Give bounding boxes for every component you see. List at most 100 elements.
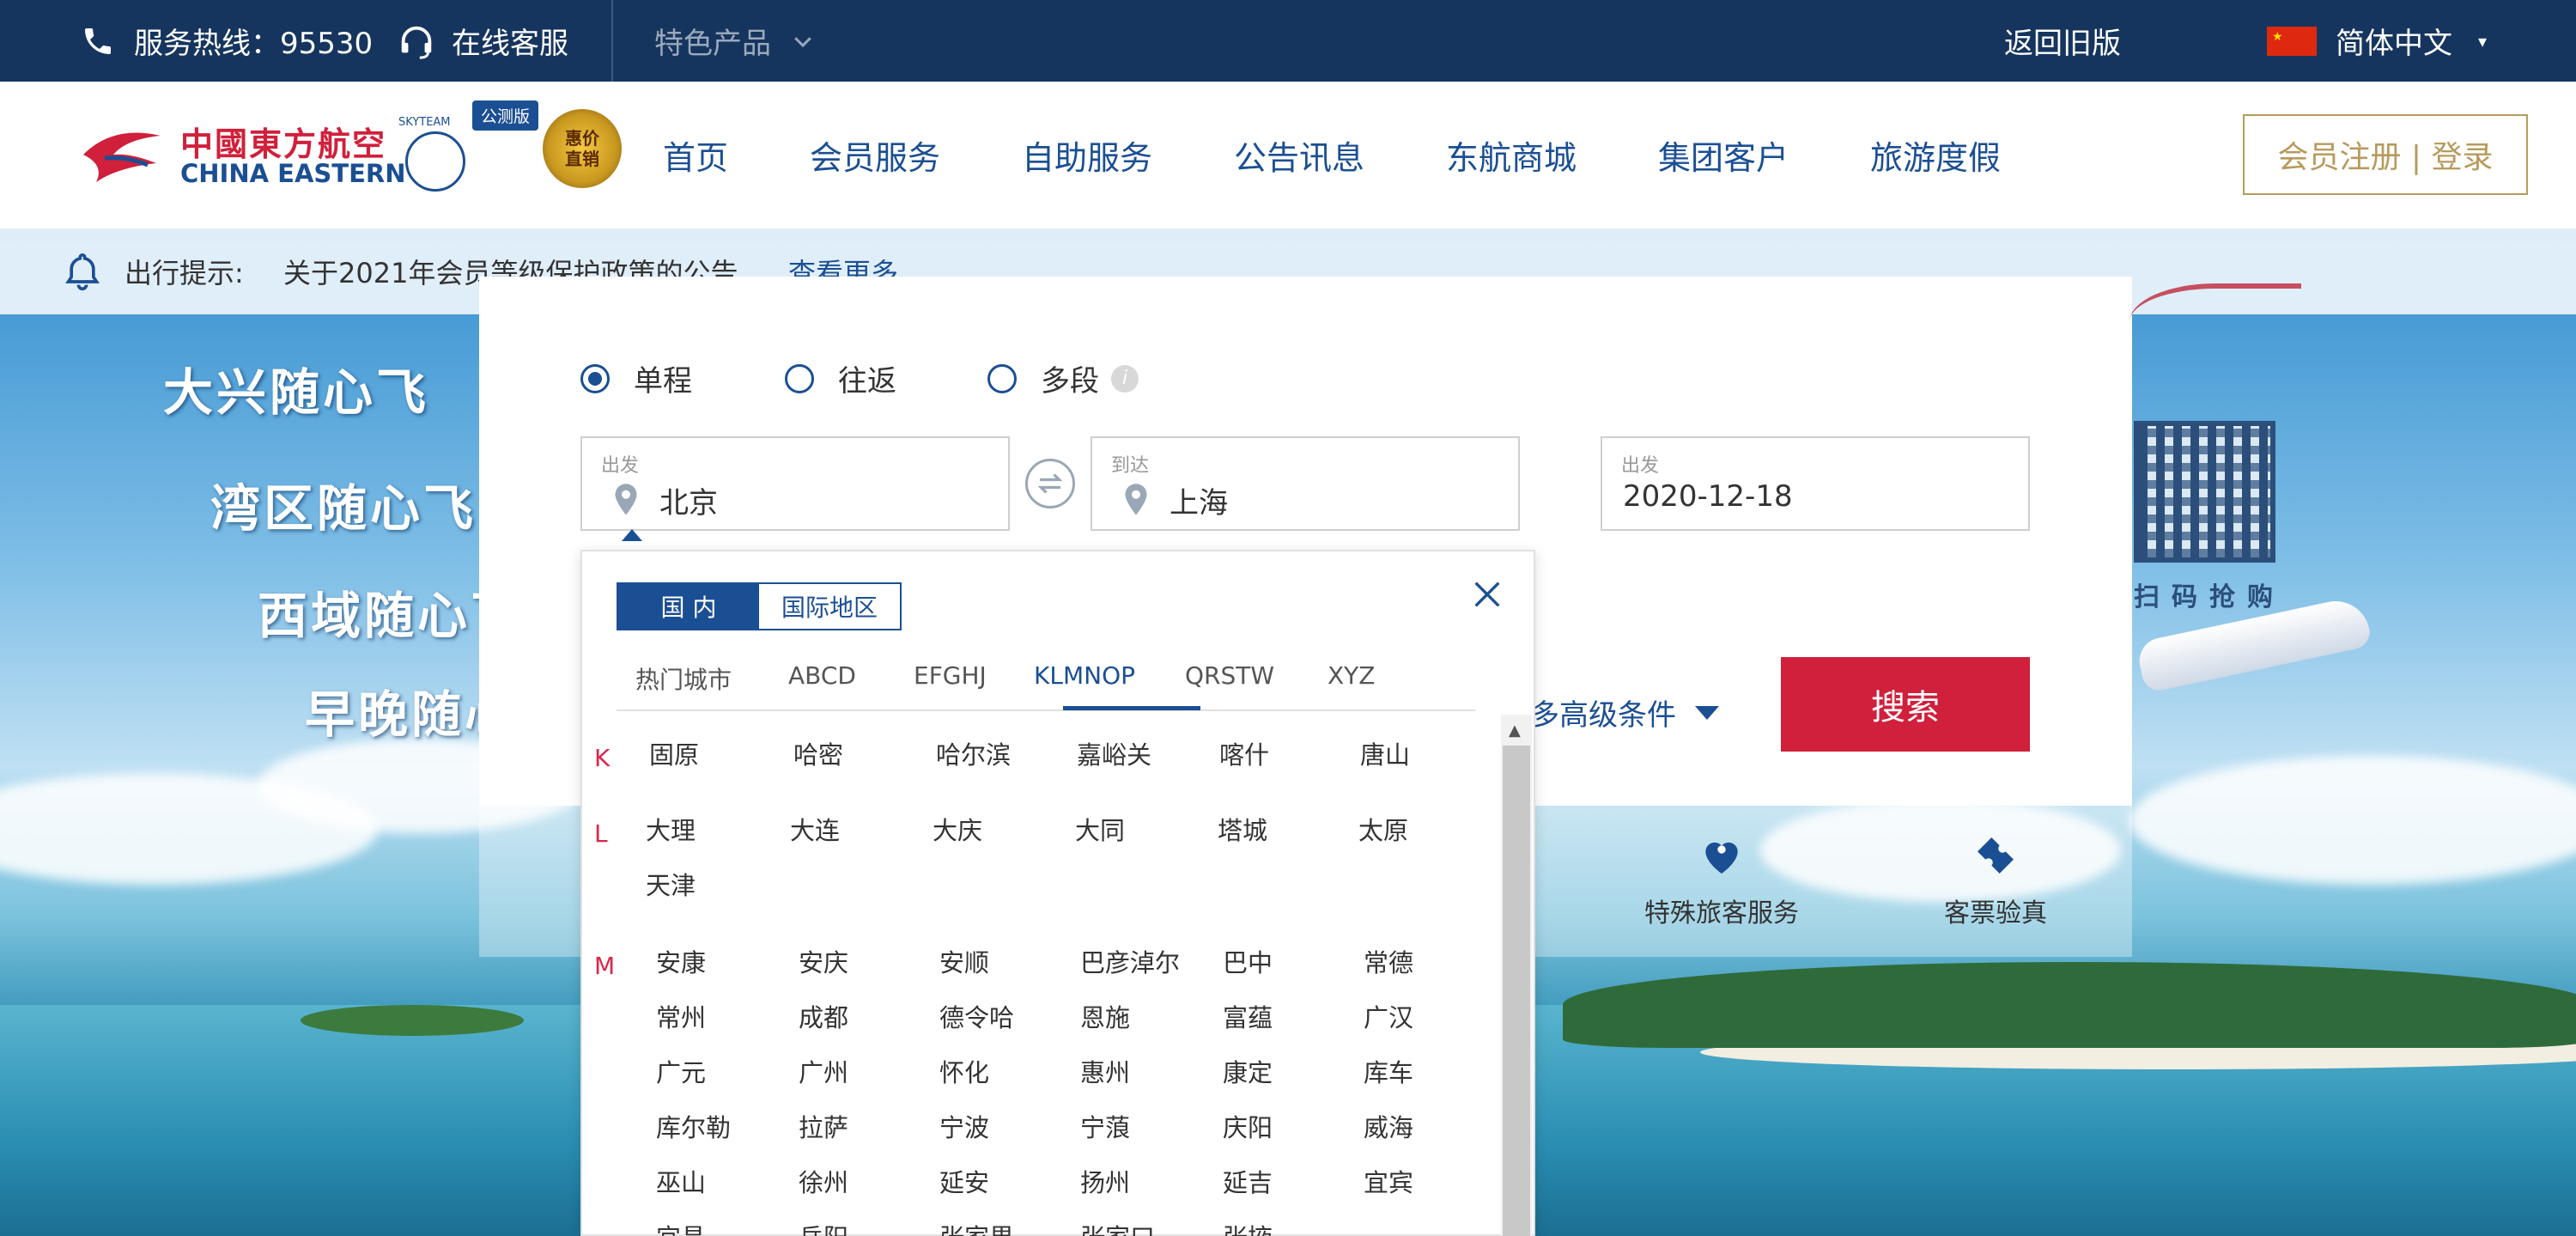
- radio-roundtrip[interactable]: [785, 363, 814, 393]
- more-conditions-toggle[interactable]: 多高级条件: [1530, 691, 1719, 734]
- city-option[interactable]: 庆阳: [1223, 1108, 1273, 1144]
- close-icon[interactable]: [1470, 577, 1504, 612]
- city-option[interactable]: 广汉: [1364, 998, 1413, 1034]
- language-selector[interactable]: ★ 简体中文 ▾: [2267, 0, 2487, 82]
- radio-oneway[interactable]: [580, 363, 610, 393]
- city-option[interactable]: 大庆: [933, 811, 982, 847]
- city-option[interactable]: 扬州: [1080, 1163, 1130, 1199]
- nav-mall[interactable]: 东航商城: [1446, 82, 1577, 228]
- nav-corporate[interactable]: 集团客户: [1658, 82, 1789, 228]
- city-option[interactable]: 安顺: [939, 943, 989, 979]
- ticket-icon: [1978, 837, 2014, 874]
- city-option[interactable]: 富蕴: [1223, 998, 1273, 1034]
- ticket-verification-label: 客票验真: [1944, 898, 2047, 929]
- tab-international[interactable]: 国际地区: [759, 584, 900, 629]
- city-option[interactable]: 常州: [656, 998, 706, 1034]
- city-option[interactable]: 塔城: [1218, 811, 1267, 847]
- city-option[interactable]: 喀什: [1219, 735, 1269, 771]
- alpha-tab-hot[interactable]: 热门城市: [635, 661, 732, 696]
- online-service-label: 在线客服: [452, 27, 568, 61]
- trip-type-roundtrip[interactable]: 往返: [785, 357, 896, 399]
- city-option[interactable]: 天津: [646, 866, 696, 902]
- city-option[interactable]: 巴中: [1223, 943, 1273, 979]
- city-option[interactable]: 康定: [1223, 1053, 1273, 1089]
- search-button[interactable]: 搜索: [1781, 657, 2030, 752]
- city-option[interactable]: 德令哈: [939, 998, 1014, 1034]
- city-option[interactable]: 库尔勒: [656, 1108, 731, 1144]
- city-option[interactable]: 恩施: [1080, 998, 1130, 1034]
- nav-self-service[interactable]: 自助服务: [1022, 82, 1152, 228]
- promo-badge[interactable]: 惠价直销: [543, 109, 622, 188]
- city-option[interactable]: 岳阳: [799, 1218, 848, 1236]
- city-option[interactable]: 常德: [1364, 943, 1413, 979]
- scrollbar-thumb[interactable]: [1503, 746, 1530, 1236]
- info-icon[interactable]: i: [1111, 364, 1139, 393]
- city-option[interactable]: 宜宾: [1364, 1163, 1413, 1199]
- more-conditions-label: 多高级条件: [1530, 698, 1676, 733]
- city-option[interactable]: 广州: [799, 1053, 848, 1089]
- city-option[interactable]: 库车: [1364, 1053, 1413, 1089]
- city-option[interactable]: 威海: [1364, 1108, 1413, 1144]
- city-option[interactable]: 拉萨: [799, 1108, 848, 1144]
- tab-domestic[interactable]: 国 内: [618, 584, 759, 629]
- online-service-link[interactable]: 在线客服: [397, 0, 568, 82]
- old-version-link[interactable]: 返回旧版: [2004, 0, 2121, 82]
- city-option[interactable]: 哈尔滨: [936, 735, 1011, 771]
- city-option[interactable]: 广元: [656, 1053, 706, 1089]
- arrival-city-field[interactable]: 到达 上海: [1091, 436, 1520, 531]
- city-option[interactable]: 宁波: [939, 1108, 989, 1144]
- featured-products-label: 特色产品: [654, 27, 771, 61]
- city-option[interactable]: 怀化: [939, 1053, 989, 1089]
- swallow-logo-icon: [83, 132, 161, 182]
- radio-multicity[interactable]: [987, 363, 1017, 393]
- trip-type-multicity-label: 多段: [1041, 364, 1099, 399]
- city-option[interactable]: 张掖: [1223, 1218, 1273, 1236]
- city-option[interactable]: 成都: [799, 998, 848, 1034]
- city-option[interactable]: 延安: [939, 1163, 989, 1199]
- departure-city-field[interactable]: 出发 北京: [580, 436, 1010, 531]
- scrollbar[interactable]: ▲: [1501, 715, 1532, 1236]
- featured-products-menu[interactable]: 特色产品: [654, 0, 816, 82]
- city-option[interactable]: 宁蒗: [1080, 1108, 1130, 1144]
- alpha-tab-efghj[interactable]: EFGHJ: [914, 661, 987, 690]
- city-option[interactable]: 太原: [1358, 811, 1408, 847]
- city-option[interactable]: 大同: [1075, 811, 1125, 847]
- city-option[interactable]: 张家界: [939, 1218, 1014, 1236]
- nav-member-services[interactable]: 会员服务: [810, 82, 940, 228]
- nav-announcements[interactable]: 公告讯息: [1234, 82, 1364, 228]
- city-option[interactable]: 巫山: [656, 1163, 706, 1199]
- nav-home[interactable]: 首页: [663, 82, 728, 228]
- active-tab-indicator: [1063, 706, 1200, 710]
- special-passenger-service[interactable]: 特殊旅客服务: [1644, 831, 1799, 929]
- alpha-tab-xyz[interactable]: XYZ: [1327, 661, 1375, 690]
- ticket-verification[interactable]: 客票验真: [1944, 831, 2047, 929]
- trip-type-oneway[interactable]: 单程: [580, 357, 692, 399]
- city-option[interactable]: 巴彦淖尔: [1080, 943, 1180, 979]
- city-option[interactable]: 唐山: [1360, 735, 1410, 771]
- login-register-button[interactable]: 会员注册 | 登录: [2243, 114, 2528, 195]
- city-option[interactable]: 安庆: [799, 943, 848, 979]
- swap-icon: [1037, 473, 1063, 494]
- city-option[interactable]: 大连: [790, 811, 840, 847]
- city-option[interactable]: 惠州: [1080, 1053, 1130, 1089]
- city-option[interactable]: 徐州: [799, 1163, 848, 1199]
- city-option[interactable]: 固原: [649, 735, 699, 771]
- alpha-tab-klmnop[interactable]: KLMNOP: [1034, 661, 1135, 690]
- nav-travel[interactable]: 旅游度假: [1870, 82, 2001, 228]
- dropdown-pointer: [622, 529, 642, 541]
- city-option[interactable]: 张家口: [1080, 1218, 1155, 1236]
- qr-code[interactable]: [2134, 421, 2275, 563]
- swap-cities-button[interactable]: [1025, 459, 1075, 508]
- trip-type-multicity[interactable]: 多段 i: [987, 357, 1139, 399]
- china-flag-icon: ★: [2267, 26, 2317, 56]
- city-option[interactable]: 延吉: [1223, 1163, 1273, 1199]
- departure-date-field[interactable]: 出发 2020-12-18: [1601, 436, 2030, 531]
- alpha-tab-abcd[interactable]: ABCD: [788, 661, 856, 690]
- city-option[interactable]: 安康: [656, 943, 706, 979]
- city-option[interactable]: 嘉峪关: [1077, 735, 1151, 771]
- city-option[interactable]: 哈密: [793, 735, 843, 771]
- city-option[interactable]: 大理: [646, 811, 696, 847]
- scroll-up-arrow[interactable]: ▲: [1509, 722, 1521, 740]
- alpha-tab-qrstw[interactable]: QRSTW: [1185, 661, 1274, 690]
- city-option[interactable]: 宜昌: [656, 1218, 706, 1236]
